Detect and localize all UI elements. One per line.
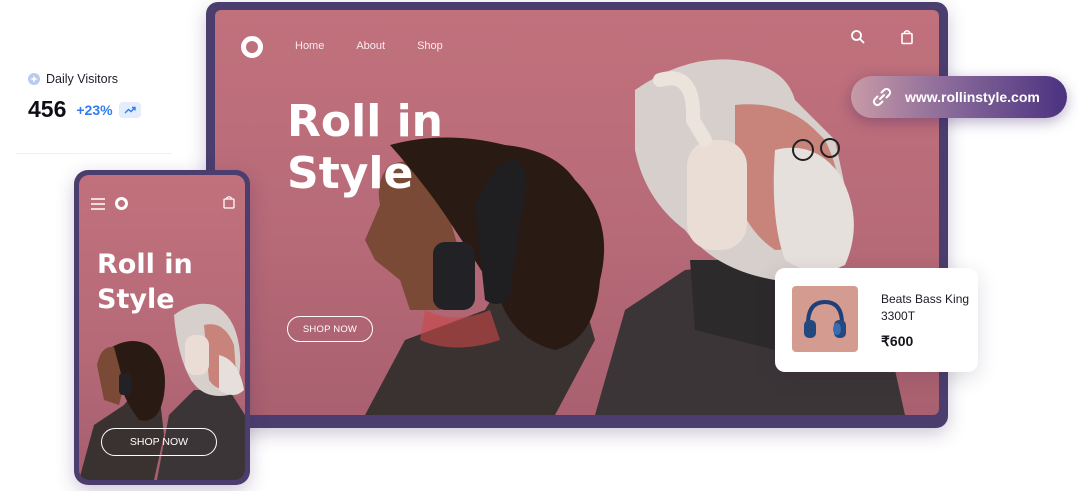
divider <box>16 153 172 154</box>
desktop-nav: Home About Shop <box>295 40 475 52</box>
product-thumbnail <box>792 286 858 352</box>
product-price: ₹600 <box>881 333 914 349</box>
mobile-brand-logo[interactable] <box>115 197 128 210</box>
mobile-hero-title-line-1: Roll in <box>97 249 193 280</box>
product-card[interactable]: Beats Bass King 3300T ₹600 <box>775 268 978 372</box>
hero-title: Roll in Style <box>287 96 487 200</box>
daily-visitors-header: Daily Visitors <box>28 72 188 86</box>
link-icon <box>871 86 893 108</box>
mobile-mockup: Roll in Style SHOP NOW <box>74 170 250 485</box>
daily-visitors-growth: +23% <box>76 101 113 118</box>
nav-shop[interactable]: Shop <box>417 40 443 52</box>
mobile-screen: Roll in Style SHOP NOW <box>79 175 245 480</box>
daily-visitors-values: 456 +23% <box>28 96 188 123</box>
trend-up-icon <box>118 101 141 118</box>
url-pill[interactable]: www.rollinstyle.com <box>851 76 1067 118</box>
hero-title-line-2: Style <box>287 148 414 199</box>
daily-visitors-label: Daily Visitors <box>46 72 119 86</box>
hamburger-menu-icon[interactable] <box>91 197 105 210</box>
search-icon[interactable] <box>849 28 867 46</box>
daily-visitors-card: Daily Visitors 456 +23% <box>28 72 188 123</box>
nav-home[interactable]: Home <box>295 40 324 52</box>
sparkle-icon <box>28 73 40 85</box>
mobile-shop-now-button[interactable]: SHOP NOW <box>101 428 217 456</box>
mobile-hero-title-line-2: Style <box>97 284 175 315</box>
shop-now-button[interactable]: SHOP NOW <box>287 316 373 342</box>
daily-visitors-count: 456 <box>28 96 67 122</box>
hero-title-line-1: Roll in <box>287 96 443 147</box>
mobile-shopping-bag-icon[interactable] <box>223 195 235 209</box>
url-text[interactable]: www.rollinstyle.com <box>905 89 1040 105</box>
headphones-icon <box>804 299 846 338</box>
brand-logo[interactable] <box>241 36 263 58</box>
shopping-bag-icon[interactable] <box>898 28 916 46</box>
mobile-hero-title: Roll in Style <box>97 247 237 317</box>
nav-about[interactable]: About <box>356 40 385 52</box>
product-name: Beats Bass King 3300T <box>881 292 970 323</box>
